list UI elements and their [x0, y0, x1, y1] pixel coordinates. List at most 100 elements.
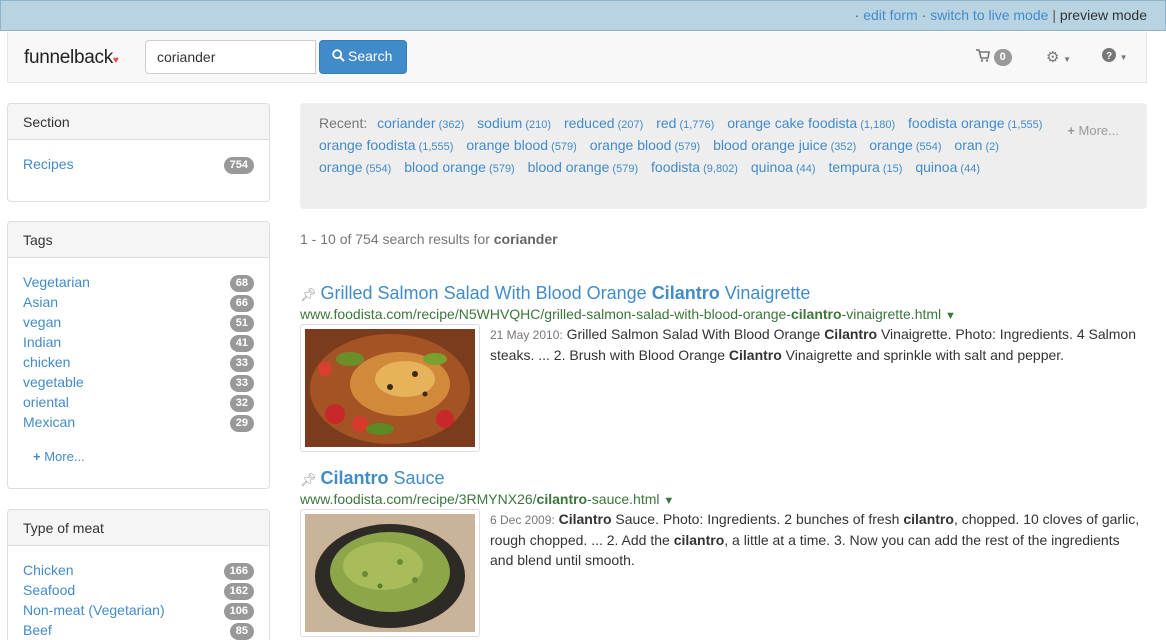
recent-query-text[interactable]: orange blood — [466, 137, 548, 153]
recent-query-text[interactable]: quinoa — [915, 159, 957, 175]
recent-query-link[interactable]: foodista orange (1,555) — [908, 115, 1042, 131]
facet-item-label[interactable]: Mexican — [23, 414, 75, 430]
recent-query-text[interactable]: tempura — [828, 159, 879, 175]
facet-item[interactable]: vegetable 33 — [23, 374, 254, 394]
recent-query-text[interactable]: sodium — [477, 115, 522, 131]
recent-query-link[interactable]: foodista (9,802) — [651, 159, 738, 175]
facet-item[interactable]: Mexican 29 — [23, 414, 254, 434]
caret-down-icon: ▼ — [1119, 53, 1128, 62]
recent-more-label[interactable]: More... — [1079, 123, 1119, 138]
recent-query-link[interactable]: reduced (207) — [564, 115, 643, 131]
result-title-link[interactable]: Cilantro Sauce — [321, 468, 445, 488]
recent-query-text[interactable]: foodista — [651, 159, 700, 175]
recent-query-link[interactable]: orange blood (579) — [590, 137, 701, 153]
facet-item-label[interactable]: vegan — [23, 314, 61, 330]
preview-mode-label: preview mode — [1059, 7, 1147, 23]
facet-item[interactable]: Seafood 162 — [23, 582, 254, 602]
facet-item[interactable]: Recipes 754 — [23, 156, 254, 176]
settings-menu[interactable]: ⚙ ▼ — [1046, 48, 1071, 66]
section-facet-panel: Section Recipes 754 — [7, 103, 270, 202]
facet-item-label[interactable]: Asian — [23, 294, 58, 310]
facet-item[interactable]: Vegetarian 68 — [23, 274, 254, 294]
facet-item[interactable]: Non-meat (Vegetarian) 106 — [23, 602, 254, 622]
recent-query-text[interactable]: blood orange juice — [713, 137, 827, 153]
facet-count-badge: 29 — [229, 415, 254, 432]
cart-button[interactable]: 0 — [976, 48, 1012, 66]
recent-query-text[interactable]: red — [656, 115, 676, 131]
help-menu[interactable]: ? ▼ — [1102, 48, 1128, 63]
recent-query-link[interactable]: coriander (362) — [377, 115, 464, 131]
recent-query-link[interactable]: orange cake foodista (1,180) — [727, 115, 895, 131]
recent-query-text[interactable]: oran — [954, 137, 982, 153]
result-date: 6 Dec 2009: — [490, 513, 555, 527]
search-button[interactable]: Search — [319, 40, 407, 74]
recent-query-link[interactable]: orange (554) — [319, 159, 391, 175]
recent-query-count: (44) — [957, 163, 980, 175]
question-icon: ? — [1102, 48, 1116, 62]
recent-query-text[interactable]: orange blood — [590, 137, 672, 153]
recent-query-link[interactable]: orange foodista (1,555) — [319, 137, 453, 153]
recent-query-link[interactable]: quinoa (44) — [751, 159, 816, 175]
facet-count-badge: 33 — [229, 355, 254, 372]
facet-item-label[interactable]: Non-meat (Vegetarian) — [23, 602, 165, 618]
result-title-link[interactable]: Grilled Salmon Salad With Blood Orange C… — [321, 283, 811, 303]
search-input[interactable] — [145, 40, 316, 74]
pin-icon[interactable]: 📌︎ — [300, 472, 317, 487]
recent-query-text[interactable]: orange foodista — [319, 137, 416, 153]
facet-item[interactable]: Chicken 166 — [23, 562, 254, 582]
facet-item[interactable]: Asian 66 — [23, 294, 254, 314]
chevron-down-icon[interactable]: ▼ — [945, 310, 956, 322]
tags-more-label[interactable]: More... — [44, 449, 84, 464]
facet-item[interactable]: vegan 51 — [23, 314, 254, 334]
recent-query-link[interactable]: blood orange (579) — [404, 159, 515, 175]
facet-count-badge: 166 — [223, 563, 254, 580]
recent-query-link[interactable]: oran (2) — [954, 137, 999, 153]
recent-query-link[interactable]: blood orange juice (352) — [713, 137, 856, 153]
recent-query-text[interactable]: quinoa — [751, 159, 793, 175]
facet-item-label[interactable]: Seafood — [23, 582, 75, 598]
chevron-down-icon[interactable]: ▼ — [663, 495, 674, 507]
recent-more-link[interactable]: + More... — [1067, 121, 1119, 141]
facet-item-label[interactable]: Chicken — [23, 562, 74, 578]
facet-item[interactable]: Indian 41 — [23, 334, 254, 354]
facet-item-label[interactable]: vegetable — [23, 374, 84, 390]
edit-form-link[interactable]: edit form — [863, 7, 917, 23]
pin-icon[interactable]: 📌︎ — [300, 287, 317, 302]
recent-query-text[interactable]: foodista orange — [908, 115, 1005, 131]
cart-count-badge: 0 — [993, 49, 1012, 66]
facet-item-label[interactable]: Vegetarian — [23, 274, 90, 290]
recent-query-link[interactable]: sodium (210) — [477, 115, 551, 131]
recent-query-link[interactable]: tempura (15) — [828, 159, 902, 175]
tags-more-link[interactable]: + More... — [8, 434, 269, 464]
result-title-highlight: Cilantro — [320, 468, 389, 488]
recent-query-text[interactable]: orange — [869, 137, 913, 153]
facet-item[interactable]: oriental 32 — [23, 394, 254, 414]
facet-item[interactable]: chicken 33 — [23, 354, 254, 374]
cilantro-sauce-image — [305, 514, 475, 632]
recent-query-text[interactable]: orange — [319, 159, 363, 175]
facet-item[interactable]: Beef 85 — [23, 622, 254, 640]
recent-query-text[interactable]: blood orange — [528, 159, 610, 175]
recent-query-link[interactable]: orange blood (579) — [466, 137, 577, 153]
recent-query-text[interactable]: coriander — [377, 115, 435, 131]
recent-query-text[interactable]: blood orange — [404, 159, 486, 175]
result-thumbnail[interactable] — [300, 324, 480, 452]
recent-query-link[interactable]: red (1,776) — [656, 115, 714, 131]
result-title[interactable]: 📌︎ Cilantro Sauce — [300, 468, 1147, 490]
recent-query-text[interactable]: orange cake foodista — [727, 115, 857, 131]
facet-item-label[interactable]: Recipes — [23, 156, 74, 172]
facet-item-label[interactable]: Beef — [23, 622, 52, 638]
facet-item-label[interactable]: oriental — [23, 394, 69, 410]
facet-item-label[interactable]: Indian — [23, 334, 61, 350]
recent-query-link[interactable]: quinoa (44) — [915, 159, 980, 175]
brand-logo[interactable]: funnelback♥ — [24, 47, 119, 69]
recent-query-link[interactable]: orange (554) — [869, 137, 941, 153]
result-title[interactable]: 📌︎ Grilled Salmon Salad With Blood Orange… — [300, 283, 1147, 305]
switch-live-mode-link[interactable]: switch to live mode — [930, 7, 1048, 23]
facet-item-label[interactable]: chicken — [23, 354, 70, 370]
result-date: 21 May 2010: — [490, 328, 563, 342]
recent-query-text[interactable]: reduced — [564, 115, 615, 131]
recent-query-link[interactable]: blood orange (579) — [528, 159, 639, 175]
result-thumbnail[interactable] — [300, 509, 480, 637]
recent-query-count: (579) — [485, 163, 515, 175]
